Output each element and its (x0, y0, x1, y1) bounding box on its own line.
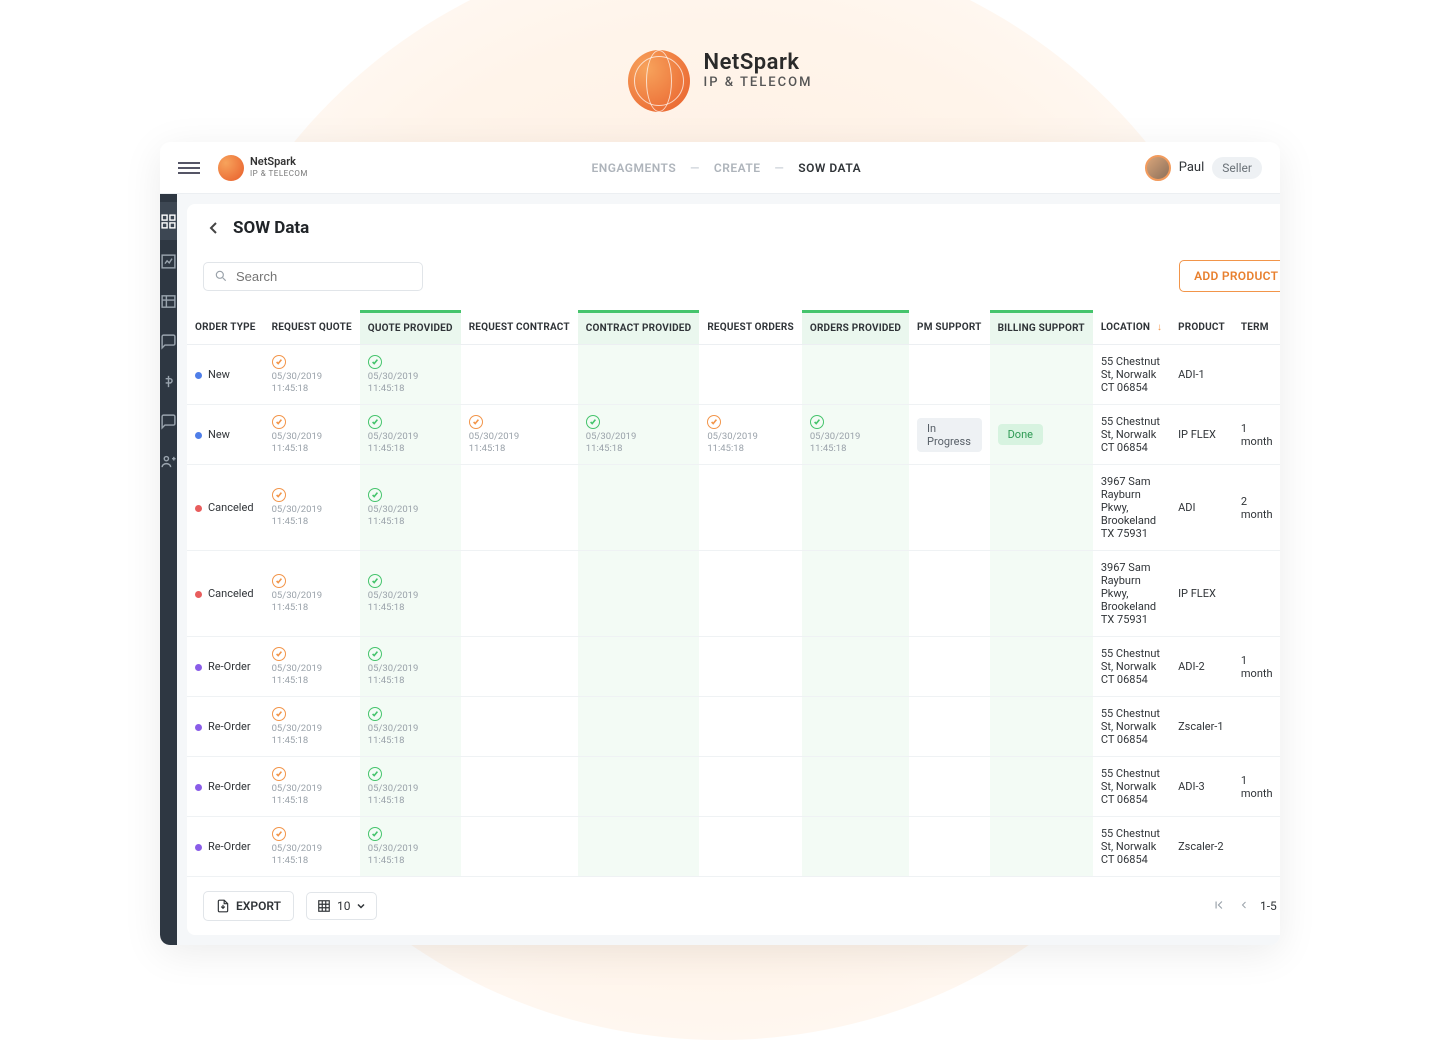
table-row[interactable]: Re-Order 05/30/201911:45:18 05/30/201911… (187, 637, 1280, 697)
user-name: Paul (1179, 160, 1205, 175)
table-row[interactable]: Re-Order 05/30/201911:45:18 05/30/201911… (187, 757, 1280, 817)
user-block[interactable]: Paul Seller (1145, 155, 1262, 181)
table-row[interactable]: New 05/30/201911:45:18 05/30/201911:45:1… (187, 345, 1280, 405)
globe-icon (218, 155, 244, 181)
app-window: NetSparkIP & TELECOM ENGAGMENTS — CREATE… (160, 142, 1280, 945)
brand-name: NetSpark (704, 50, 813, 75)
crumb-sow-data[interactable]: SOW DATA (798, 161, 861, 175)
table-row[interactable]: Canceled 05/30/201911:45:18 05/30/201911… (187, 465, 1280, 551)
table-row[interactable]: New 05/30/201911:45:18 05/30/201911:45:1… (187, 405, 1280, 465)
col-location[interactable]: LOCATION ↓ (1093, 312, 1170, 345)
app-logo[interactable]: NetSparkIP & TELECOM (218, 155, 308, 181)
page-prev[interactable] (1236, 897, 1252, 916)
col-request_orders[interactable]: REQUEST ORDERS (699, 312, 802, 345)
crumb-sep: — (775, 161, 785, 175)
export-label: EXPORT (236, 899, 281, 913)
file-icon (216, 899, 230, 913)
col-quote_provided[interactable]: QUOTE PROVIDED (360, 312, 461, 345)
globe-icon (628, 50, 690, 112)
sidebar-item-chat[interactable] (160, 322, 177, 360)
back-button[interactable] (203, 218, 223, 238)
sidebar-item-analytics[interactable] (160, 242, 177, 280)
col-orders_provided[interactable]: ORDERS PROVIDED (802, 312, 909, 345)
hero-logo: NetSpark IP & TELECOM (0, 0, 1440, 142)
topbar: NetSparkIP & TELECOM ENGAGMENTS — CREATE… (160, 142, 1280, 194)
search-icon (214, 269, 228, 283)
export-button[interactable]: EXPORT (203, 891, 294, 921)
col-product[interactable]: PRODUCT (1170, 312, 1233, 345)
grid-icon (317, 899, 331, 913)
page-first[interactable] (1210, 896, 1228, 917)
search-input[interactable] (236, 269, 412, 284)
col-pm_support[interactable]: PM SUPPORT (909, 312, 990, 345)
add-product-button[interactable]: ADD PRODUCT (1179, 260, 1280, 292)
brand-tagline-small: IP & TELECOM (250, 169, 308, 178)
hamburger-icon[interactable] (178, 162, 200, 174)
col-contract_provided[interactable]: CONTRACT PROVIDED (578, 312, 700, 345)
table-row[interactable]: Canceled 05/30/201911:45:18 05/30/201911… (187, 551, 1280, 637)
sidebar-item-tables[interactable] (160, 282, 177, 320)
sow-table: ORDER TYPEREQUEST QUOTEQUOTE PROVIDEDREQ… (187, 310, 1280, 877)
page-info: 1-5 of 232 (1260, 899, 1280, 913)
sidebar-item-users[interactable] (160, 442, 177, 480)
table-row[interactable]: Re-Order 05/30/201911:45:18 05/30/201911… (187, 697, 1280, 757)
avatar (1145, 155, 1171, 181)
col-request_quote[interactable]: REQUEST QUOTE (264, 312, 360, 345)
search-box[interactable] (203, 262, 423, 291)
sidebar-item-dashboard[interactable] (160, 202, 177, 240)
sidebar-item-messages[interactable] (160, 402, 177, 440)
col-billing_support[interactable]: BILLING SUPPORT (990, 312, 1093, 345)
sidebar-item-billing[interactable] (160, 362, 177, 400)
user-role: Seller (1212, 157, 1262, 179)
crumb-create[interactable]: CREATE (714, 161, 761, 175)
pagination: 1-5 of 232 (1210, 896, 1280, 917)
breadcrumb: ENGAGMENTS — CREATE — SOW DATA (308, 161, 1145, 175)
col-term[interactable]: TERM (1233, 312, 1280, 345)
brand-tagline: IP & TELECOM (704, 75, 813, 90)
crumb-engagements[interactable]: ENGAGMENTS (591, 161, 676, 175)
chevron-down-icon (356, 901, 366, 911)
brand-name-small: NetSpark (250, 156, 308, 168)
page-size-select[interactable]: 10 (306, 892, 378, 920)
col-order_type[interactable]: ORDER TYPE (187, 312, 264, 345)
table-row[interactable]: Re-Order 05/30/201911:45:18 05/30/201911… (187, 817, 1280, 877)
crumb-sep: — (690, 161, 700, 175)
page-size-value: 10 (337, 899, 351, 913)
col-request_contract[interactable]: REQUEST CONTRACT (461, 312, 578, 345)
page-title: SOW Data (233, 218, 309, 238)
sidebar (160, 194, 177, 945)
